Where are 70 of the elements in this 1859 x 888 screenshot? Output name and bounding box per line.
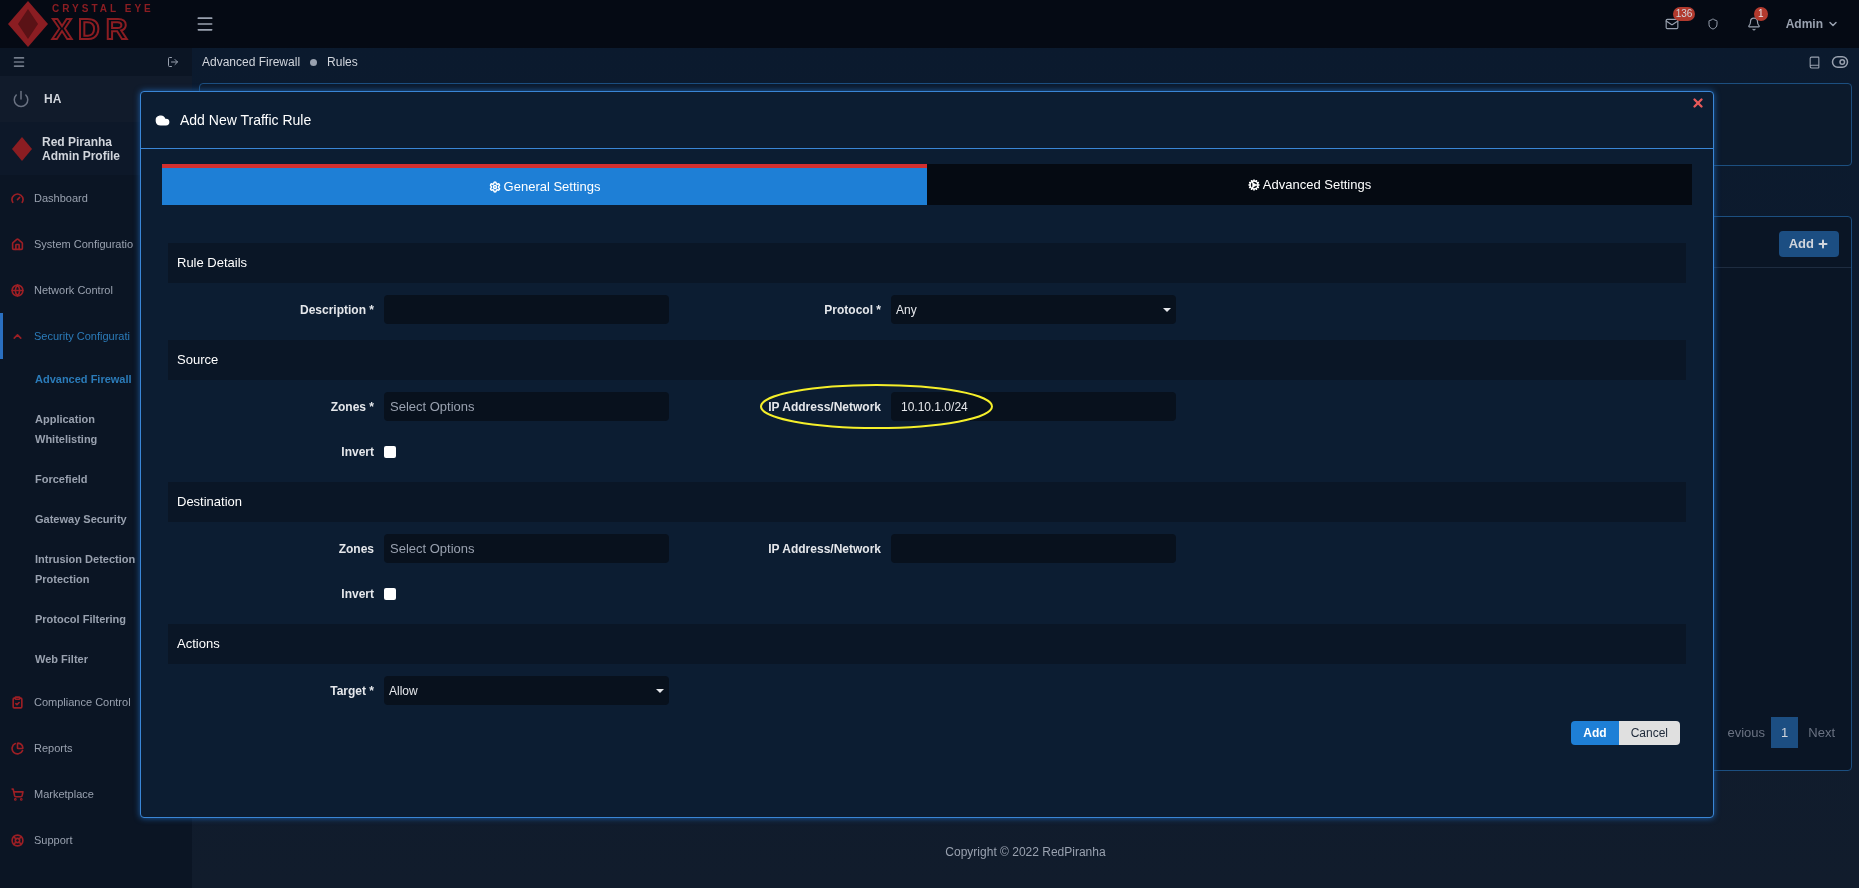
bell-icon[interactable] bbox=[1746, 17, 1761, 31]
plus-icon bbox=[1817, 237, 1829, 250]
cart-icon bbox=[11, 787, 24, 801]
toggle-icon[interactable] bbox=[1831, 53, 1849, 71]
caret-icon bbox=[1163, 307, 1171, 312]
nav-item[interactable]: Reports bbox=[0, 725, 192, 771]
mail-icon[interactable] bbox=[1664, 17, 1679, 31]
tab[interactable]: Advanced Settings bbox=[927, 164, 1692, 205]
globe-icon bbox=[11, 283, 24, 297]
checkbox[interactable] bbox=[384, 587, 396, 600]
menu-icon[interactable] bbox=[195, 14, 215, 34]
field-label: Invert bbox=[340, 585, 374, 603]
field-label: IP Address/Network bbox=[767, 398, 881, 416]
logo-brand: XDR bbox=[52, 14, 135, 44]
breadcrumb-link[interactable]: Advanced Firewall bbox=[202, 53, 301, 71]
field-label: Zones bbox=[337, 540, 374, 558]
nav-item[interactable]: Compliance Control bbox=[0, 679, 192, 725]
breadcrumb-separator-icon bbox=[310, 58, 318, 66]
logo-tagline: CRYSTAL EYE bbox=[52, 4, 154, 14]
dropdown-field[interactable]: Any bbox=[891, 295, 1176, 324]
profile-role: Admin Profile bbox=[42, 148, 120, 163]
ha-label[interactable]: HA bbox=[44, 90, 62, 108]
tab[interactable]: General Settings bbox=[162, 164, 927, 205]
book-icon[interactable] bbox=[1808, 55, 1821, 69]
alert-count-badge: 1 bbox=[1753, 7, 1768, 21]
logout-icon[interactable] bbox=[167, 56, 179, 68]
user-menu[interactable]: Admin bbox=[1785, 15, 1839, 33]
power-icon[interactable] bbox=[12, 90, 30, 108]
nav-item[interactable]: Support bbox=[0, 817, 192, 863]
cancel-button[interactable]: Cancel bbox=[1618, 721, 1680, 745]
logo-icon bbox=[8, 1, 48, 47]
profile-logo-icon bbox=[12, 136, 32, 161]
house-icon bbox=[11, 237, 24, 251]
field-label: IP Address/Network bbox=[767, 540, 881, 558]
next-page-link[interactable]: Next bbox=[1798, 722, 1845, 742]
shield-icon[interactable] bbox=[1706, 18, 1719, 30]
multiselect-field[interactable]: Select Options bbox=[384, 392, 669, 421]
gauge-icon bbox=[11, 191, 24, 205]
breadcrumb-current: Rules bbox=[327, 54, 358, 71]
lifebuoy-icon bbox=[11, 833, 24, 847]
field-label: Protocol * bbox=[823, 301, 881, 319]
caret-icon bbox=[656, 688, 664, 693]
section-header: Source bbox=[168, 340, 1686, 380]
page-link[interactable]: 1 bbox=[1771, 716, 1799, 748]
copyright-text: Copyright © 2022 RedPiranha bbox=[945, 844, 1106, 861]
section-header: Actions bbox=[168, 624, 1686, 664]
add-button[interactable]: Add bbox=[1571, 721, 1619, 745]
modal-title: Add New Traffic Rule bbox=[180, 110, 312, 130]
field-label: Target * bbox=[329, 682, 374, 700]
field-label: Description * bbox=[299, 301, 374, 319]
gears-icon bbox=[1247, 178, 1260, 191]
nav-item[interactable]: Marketplace bbox=[0, 771, 192, 817]
menu-icon[interactable] bbox=[12, 55, 26, 69]
multiselect-field[interactable]: Select Options bbox=[384, 534, 669, 563]
clipboard-icon bbox=[11, 695, 24, 709]
text-field[interactable]: 10.10.1.0/24 bbox=[891, 392, 1176, 421]
dropdown-field[interactable]: Allow bbox=[384, 676, 669, 705]
field-label: Zones * bbox=[329, 398, 374, 416]
checkbox[interactable] bbox=[384, 445, 396, 458]
previous-page-link[interactable]: evious bbox=[1721, 722, 1772, 742]
add-button[interactable]: Add bbox=[1778, 231, 1839, 257]
gear-icon bbox=[488, 180, 501, 193]
section-header: Rule Details bbox=[168, 243, 1686, 283]
mail-count-badge: 136 bbox=[1672, 7, 1696, 21]
field-label: Invert bbox=[340, 443, 374, 461]
section-header: Destination bbox=[168, 482, 1686, 522]
close-icon[interactable] bbox=[1691, 96, 1705, 110]
pie-chart-icon bbox=[11, 741, 24, 755]
profile-name: Red Piranha bbox=[42, 134, 114, 149]
cloud-icon bbox=[155, 112, 170, 128]
